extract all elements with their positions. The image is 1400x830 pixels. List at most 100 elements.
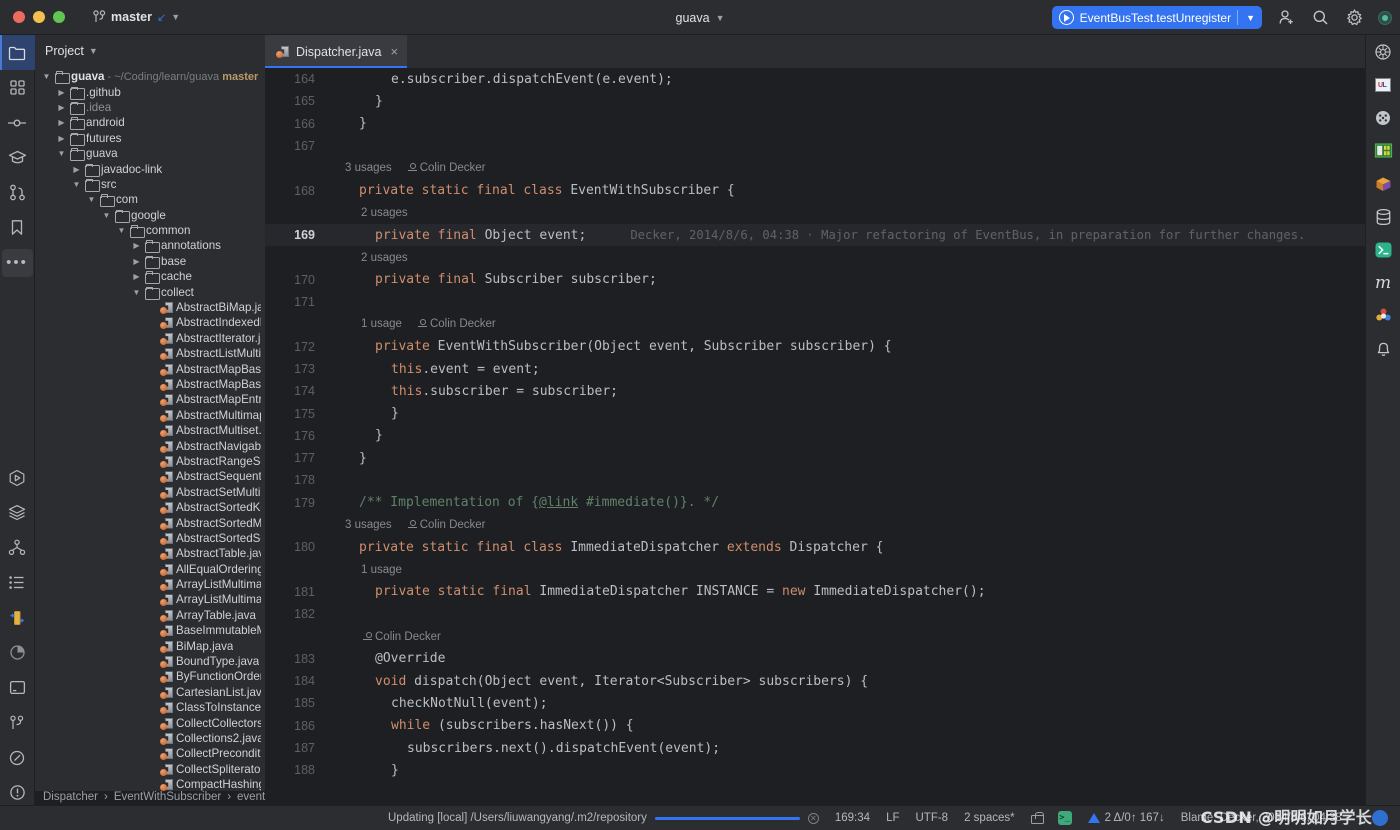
code-line[interactable]: 167 [265, 135, 1400, 157]
tree-row[interactable]: AbstractMapBased [35, 361, 265, 376]
code-line[interactable]: 176} [265, 425, 1400, 447]
line-number[interactable]: 181 [265, 585, 327, 599]
sidebar-item-spreadsheet[interactable] [1366, 134, 1400, 167]
tree-row[interactable]: AbstractTable.java [35, 546, 265, 561]
code-vision-hint[interactable]: 0 3 usages Colin Decker [265, 157, 1400, 179]
git-status-widget[interactable]: 2 Δ/0↑ 167↓ [1087, 812, 1165, 824]
tree-row[interactable]: ▶ futures [35, 131, 265, 146]
line-number[interactable]: 171 [265, 295, 327, 309]
sidebar-item-terminal-right[interactable] [1366, 233, 1400, 266]
breadcrumb-item[interactable]: Dispatcher [43, 791, 98, 803]
code-vision-hint[interactable]: 0 2 usages [265, 246, 1400, 268]
tree-row[interactable]: CollectPrecondition [35, 746, 265, 761]
code-line[interactable]: 175} [265, 402, 1400, 424]
code-line[interactable]: 177} [265, 447, 1400, 469]
chevron-right-icon[interactable]: ▶ [56, 134, 67, 143]
chevron-right-icon[interactable]: ▶ [131, 257, 142, 266]
code-line[interactable]: 164 e.subscriber.dispatchEvent(e.event); [265, 68, 1400, 90]
tree-row[interactable]: AbstractIterator.jav [35, 331, 265, 346]
chevron-right-icon[interactable]: ▶ [56, 88, 67, 97]
tree-row[interactable]: ArrayListMultimap.j [35, 577, 265, 592]
tree-row[interactable]: BiMap.java [35, 638, 265, 653]
tree-row[interactable]: ▼ guava [35, 146, 265, 162]
code-line[interactable]: 178 [265, 469, 1400, 491]
usages-hint[interactable]: 1 usage [359, 564, 402, 576]
tree-row[interactable]: ▶ cache [35, 269, 265, 285]
line-number[interactable]: 164 [265, 72, 327, 86]
usages-hint[interactable]: 3 usages [343, 519, 392, 531]
tree-row[interactable]: AbstractSortedMul [35, 515, 265, 530]
tree-row[interactable]: ▶ .github [35, 84, 265, 100]
line-number[interactable]: 176 [265, 429, 327, 443]
background-task-widget[interactable]: Updating [local] /Users/liuwangyang/.m2/… [388, 812, 819, 824]
code-line[interactable]: 183 @Override [265, 648, 1400, 670]
author-hint[interactable]: Colin Decker [406, 519, 486, 531]
tree-row[interactable]: AbstractSortedSetl [35, 531, 265, 546]
sidebar-item-notifications[interactable] [1366, 332, 1400, 365]
code-line[interactable]: 169 private final Object event; Decker, 20… [265, 224, 1400, 247]
line-number[interactable]: 175 [265, 407, 327, 421]
vcs-branch-widget[interactable]: master ↙ ▼ [87, 7, 186, 27]
line-number[interactable]: 183 [265, 652, 327, 666]
breadcrumb-item[interactable]: event [237, 791, 265, 803]
sidebar-item-bookmarks[interactable] [0, 210, 35, 245]
line-number[interactable]: 178 [265, 473, 327, 487]
terminal-badge-icon[interactable]: >_ [1057, 811, 1072, 825]
sidebar-item-more[interactable]: ••• [0, 245, 35, 280]
caret-position[interactable]: 169:34 [835, 812, 870, 824]
code-line[interactable]: 187 subscribers.next().dispatchEvent(even… [265, 737, 1400, 759]
add-user-button[interactable] [1276, 8, 1296, 28]
tree-row[interactable]: ▼ guava - ~/Coding/learn/guava master [35, 69, 265, 85]
tree-row[interactable]: Collections2.java [35, 731, 265, 746]
sidebar-item-plugin[interactable] [1366, 299, 1400, 332]
tree-row[interactable]: AbstractListMultim [35, 346, 265, 361]
line-number[interactable]: 180 [265, 540, 327, 554]
unlocked-icon[interactable] [1030, 812, 1044, 824]
chevron-right-icon[interactable]: ▶ [131, 241, 142, 250]
code-line[interactable]: 166} [265, 113, 1400, 135]
tree-row[interactable]: AbstractSortedKey [35, 500, 265, 515]
line-number[interactable]: 169 [265, 228, 327, 242]
tree-row[interactable]: AbstractNavigableI [35, 438, 265, 453]
line-number[interactable]: 168 [265, 184, 327, 198]
tree-row[interactable]: ArrayListMultimapC [35, 592, 265, 607]
sidebar-item-learn[interactable] [0, 140, 35, 175]
chevron-down-icon[interactable]: ▼ [89, 46, 98, 56]
sidebar-item-profiler[interactable] [0, 635, 35, 670]
usages-hint[interactable]: 3 usages [343, 162, 392, 174]
run-configuration-widget[interactable]: EventBusTest.testUnregister ▼ [1051, 6, 1262, 29]
code-line[interactable]: 181 private static final ImmediateDispatc… [265, 581, 1400, 603]
sidebar-item-version-control[interactable] [0, 705, 35, 740]
tree-row[interactable]: ▶ javadoc-link [35, 161, 265, 177]
tree-row[interactable]: AbstractMapEntry.j [35, 392, 265, 407]
tree-row[interactable]: AbstractRangeSet.j [35, 454, 265, 469]
tree-row[interactable]: ▼ common [35, 223, 265, 239]
ide-status-icon[interactable] [1378, 10, 1392, 25]
line-number[interactable]: 179 [265, 496, 327, 510]
author-hint[interactable]: Colin Decker [361, 631, 441, 643]
code-line[interactable]: 172 private EventWithSubscriber(Object ev… [265, 336, 1400, 358]
line-number[interactable]: 184 [265, 674, 327, 688]
tree-row[interactable]: AbstractSetMultima [35, 485, 265, 500]
tree-row[interactable]: ▼ src [35, 177, 265, 192]
line-number[interactable]: 165 [265, 94, 327, 108]
chevron-right-icon[interactable]: ▶ [56, 118, 67, 127]
code-vision-hint[interactable]: 0 Colin Decker [265, 625, 1400, 647]
line-number[interactable]: 174 [265, 384, 327, 398]
tree-row[interactable]: AbstractSequential [35, 469, 265, 484]
tree-row[interactable]: AllEqualOrdering.ja [35, 562, 265, 577]
sidebar-item-mongodb[interactable]: m [1366, 266, 1400, 299]
tree-row[interactable]: ByFunctionOrderin [35, 669, 265, 684]
tree-row[interactable]: ▶ .idea [35, 100, 265, 115]
chevron-down-icon[interactable]: ▼ [716, 13, 725, 23]
code-line[interactable]: 188} [265, 759, 1400, 781]
line-number[interactable]: 188 [265, 763, 327, 777]
sidebar-item-database[interactable] [1366, 200, 1400, 233]
editor-tab-dispatcher[interactable]: Dispatcher.java × [265, 35, 408, 68]
breadcrumb-item[interactable]: EventWithSubscriber [114, 791, 221, 803]
line-number[interactable]: 177 [265, 451, 327, 465]
chevron-down-icon[interactable]: ▼ [71, 180, 82, 189]
more-tool-windows-button[interactable]: ••• [1, 248, 33, 277]
code-line[interactable]: 168 private static final class EventWithS… [265, 179, 1400, 201]
code-vision-hint[interactable]: 0 1 usage [265, 559, 1400, 581]
